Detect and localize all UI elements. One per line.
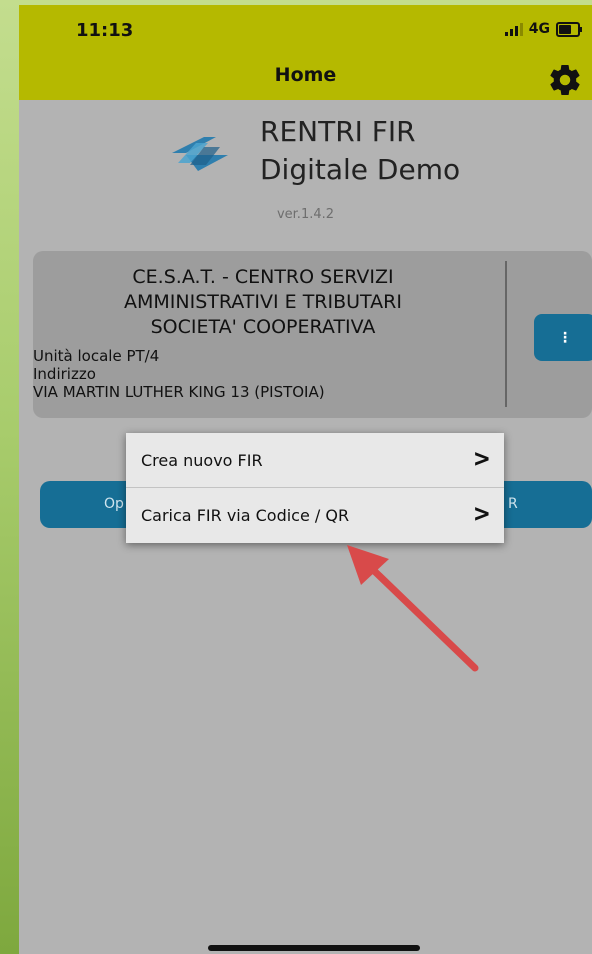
menu-item-label: Crea nuovo FIR	[141, 451, 263, 470]
menu-item-label: Carica FIR via Codice / QR	[141, 506, 350, 525]
app-name: RENTRI FIR Digitale Demo	[260, 113, 460, 189]
menu-item-crea-nuovo-fir[interactable]: Crea nuovo FIR >	[126, 433, 504, 487]
app-version: ver.1.4.2	[276, 207, 335, 222]
annotation-arrow-icon	[347, 545, 479, 672]
company-name-line3: SOCIETA' COOPERATIVA	[150, 316, 376, 338]
company-details: Unità locale PT/4 Indirizzo VIA MARTIN L…	[33, 347, 325, 401]
company-name: CE.S.A.T. - CENTRO SERVIZI AMMINISTRATIV…	[43, 265, 483, 340]
home-indicator[interactable]	[208, 945, 420, 951]
menu-item-carica-fir[interactable]: Carica FIR via Codice / QR >	[126, 488, 504, 542]
network-type: 4G	[528, 21, 550, 37]
company-name-line2: AMMINISTRATIVI E TRIBUTARI	[123, 291, 402, 313]
kebab-icon: ⋮	[558, 329, 572, 346]
address-label: Indirizzo	[33, 365, 96, 383]
address-value: VIA MARTIN LUTHER KING 13 (PISTOIA)	[33, 383, 325, 401]
status-icons: 4G	[504, 21, 582, 37]
unit-label: Unità locale PT/4	[33, 347, 160, 365]
chevron-right-icon: >	[474, 444, 490, 474]
page-title: Home	[274, 64, 337, 86]
action-button-label: R	[508, 496, 518, 512]
signal-icon	[504, 22, 523, 36]
app-screen: 11:13 4G Home RENTRI FIR Digitale Demo v…	[19, 5, 592, 954]
popup-menu: Crea nuovo FIR > Carica FIR via Codice /…	[126, 433, 504, 543]
chevron-right-icon: >	[474, 499, 490, 529]
battery-icon	[556, 21, 582, 37]
company-name-line1: CE.S.A.T. - CENTRO SERVIZI	[132, 266, 394, 288]
rentri-logo	[172, 137, 228, 171]
company-menu-button[interactable]: ⋮	[534, 314, 592, 361]
open-button-label: Op	[104, 496, 124, 512]
status-time: 11:13	[76, 20, 134, 41]
gear-icon[interactable]	[547, 62, 583, 98]
card-divider	[505, 261, 507, 407]
top-bar: 11:13 4G Home	[19, 5, 592, 100]
app-name-line1: RENTRI FIR	[260, 115, 416, 148]
app-name-line2: Digitale Demo	[260, 153, 461, 186]
